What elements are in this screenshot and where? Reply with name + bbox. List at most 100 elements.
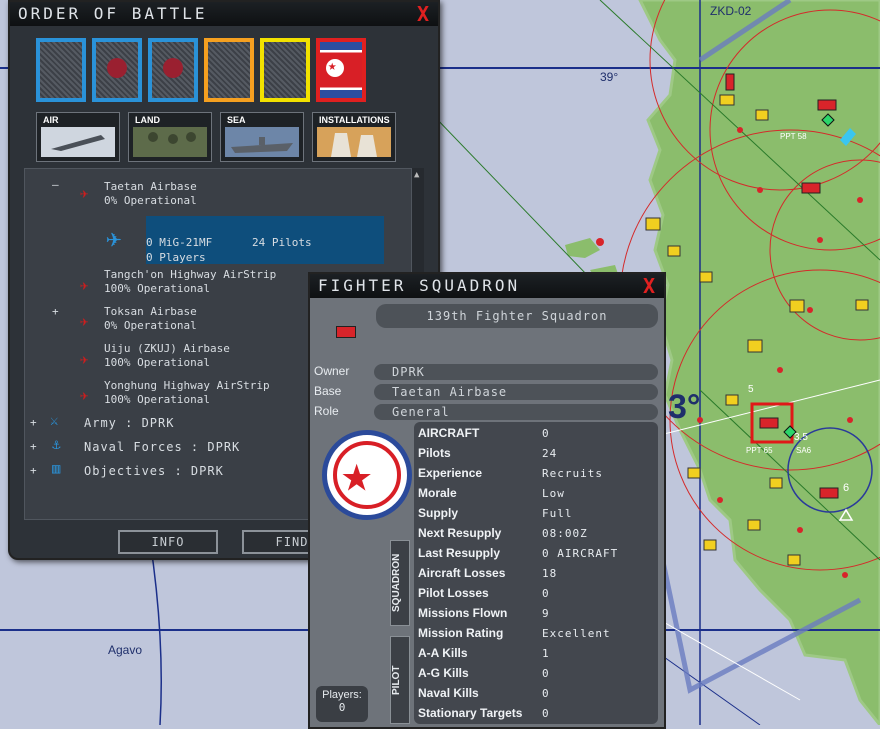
- tree-expander-objectives[interactable]: +: [30, 464, 37, 478]
- owner-value: DPRK: [374, 364, 658, 380]
- map-label-6: 6: [843, 482, 850, 494]
- tree-item-tangchon[interactable]: Tangch'on Highway AirStrip 100% Operatio…: [104, 268, 276, 296]
- players-label: Players:: [322, 689, 362, 701]
- stat-label-missions-flown: Missions Flown: [418, 606, 508, 620]
- category-tabs: AIR LAND SEA INSTALLATIONS: [36, 112, 396, 162]
- flag-faction-orange-button[interactable]: [204, 38, 254, 102]
- stat-label-aircraft: AIRCRAFT: [418, 426, 480, 440]
- map-label-sa6: SA6: [796, 446, 812, 455]
- squadron-marker-icon: [336, 326, 356, 338]
- stat-label-a-g-kills: A-G Kills: [418, 666, 469, 680]
- squadron-window-title: FIGHTER SQUADRON: [318, 276, 521, 295]
- stat-label-experience: Experience: [418, 466, 483, 480]
- stat-value-naval-kills: 0: [542, 687, 550, 700]
- role-value: General: [374, 404, 658, 420]
- fighter-squadron-window[interactable]: FIGHTER SQUADRON X 139th Fighter Squadro…: [308, 272, 666, 729]
- tree-item-yonghung[interactable]: Yonghung Highway AirStrip 100% Operation…: [104, 379, 270, 407]
- stat-value-aircraft: 0: [542, 427, 550, 440]
- stat-value-next-resupply: 08:00Z: [542, 527, 588, 540]
- flag-dprk-button[interactable]: [316, 38, 366, 102]
- category-installations-button[interactable]: INSTALLATIONS: [312, 112, 396, 162]
- stat-label-pilots: Pilots: [418, 446, 451, 460]
- tree-item-uiju[interactable]: Uiju (ZKUJ) Airbase 100% Operational: [104, 342, 230, 370]
- stat-value-morale: Low: [542, 487, 565, 500]
- tree-item-army[interactable]: Army : DPRK: [84, 416, 174, 430]
- jet-image: [41, 127, 115, 157]
- squadron-titlebar[interactable]: FIGHTER SQUADRON X: [310, 274, 664, 298]
- squadron-name: 139th Fighter Squadron: [376, 304, 658, 328]
- tree-item-taetan[interactable]: Taetan Airbase 0% Operational: [104, 180, 197, 208]
- info-button[interactable]: INFO: [118, 530, 218, 554]
- role-label: Role: [314, 404, 339, 418]
- oob-close-icon[interactable]: X: [417, 2, 432, 26]
- map-label-ppt65: PPT 65: [746, 446, 773, 455]
- fighter-jet-icon: ✈: [106, 224, 122, 254]
- category-air-button[interactable]: AIR: [36, 112, 120, 162]
- stat-value-missions-flown: 9: [542, 607, 550, 620]
- selected-aircraft-count: 0 MiG-21MF: [146, 236, 213, 249]
- soldiers-image: [133, 127, 207, 157]
- stat-value-a-g-kills: 0: [542, 667, 550, 680]
- flag-japan-alt-button[interactable]: [148, 38, 198, 102]
- stat-label-last-resupply: Last Resupply: [418, 546, 501, 560]
- tree-item-toksan[interactable]: Toksan Airbase 0% Operational: [104, 305, 197, 333]
- stat-label-a-a-kills: A-A Kills: [418, 646, 468, 660]
- anchor-icon: ⚓: [52, 437, 61, 453]
- map-label-lat39: 39°: [600, 70, 619, 84]
- tree-expander-toksan[interactable]: +: [52, 305, 59, 319]
- building-icon: ▥: [52, 461, 61, 477]
- stat-value-a-a-kills: 1: [542, 647, 550, 660]
- cooling-towers-image: [317, 127, 391, 157]
- tree-item-naval[interactable]: Naval Forces : DPRK: [84, 440, 240, 454]
- squadron-tab[interactable]: SQUADRON: [390, 540, 410, 626]
- flag-japan-button[interactable]: [92, 38, 142, 102]
- base-label: Base: [314, 384, 342, 398]
- flag-usa-button[interactable]: [36, 38, 86, 102]
- stat-label-mission-rating: Mission Rating: [418, 626, 504, 640]
- carrier-image: [225, 127, 299, 157]
- dprk-star-emblem: ★: [322, 430, 412, 520]
- tree-item-objectives[interactable]: Objectives : DPRK: [84, 464, 224, 478]
- stat-label-stationary-targets: Stationary Targets: [418, 706, 523, 720]
- map-label-zkd02: ZKD-02: [710, 4, 752, 18]
- stat-label-supply: Supply: [418, 506, 459, 520]
- airbase-icon: ✈: [80, 352, 89, 368]
- map-label-ppt58: PPT 58: [780, 132, 807, 141]
- stat-label-aircraft-losses: Aircraft Losses: [418, 566, 506, 580]
- map-label-agavo: Agavo: [108, 643, 143, 657]
- tree-expander-taetan[interactable]: –: [52, 178, 59, 192]
- airbase-icon: ✈: [80, 186, 89, 202]
- army-icon: ⚔: [50, 413, 59, 429]
- tree-expander-army[interactable]: +: [30, 416, 37, 430]
- category-sea-button[interactable]: SEA: [220, 112, 304, 162]
- stat-value-experience: Recruits: [542, 467, 603, 480]
- stat-value-pilots: 24: [542, 447, 558, 460]
- scroll-up-icon[interactable]: ▲: [414, 170, 419, 180]
- stat-value-aircraft-losses: 18: [542, 567, 558, 580]
- map-label-35: 3.5: [794, 432, 808, 443]
- pilot-tab[interactable]: PILOT: [390, 636, 410, 724]
- flag-faction-yellow-button[interactable]: [260, 38, 310, 102]
- stat-label-next-resupply: Next Resupply: [418, 526, 502, 540]
- stat-value-stationary-targets: 0: [542, 707, 550, 720]
- airbase-icon: ✈: [80, 278, 89, 294]
- tree-expander-naval[interactable]: +: [30, 440, 37, 454]
- stat-value-last-resupply: 0 AIRCRAFT: [542, 547, 619, 560]
- map-label-5: 5: [748, 384, 754, 395]
- owner-label: Owner: [314, 364, 350, 378]
- players-value: 0: [338, 701, 346, 714]
- oob-titlebar[interactable]: ORDER OF BATTLE X: [10, 2, 438, 26]
- airbase-icon: ✈: [80, 388, 89, 404]
- oob-title: ORDER OF BATTLE: [18, 4, 208, 23]
- stat-label-pilot-losses: Pilot Losses: [418, 586, 489, 600]
- stat-label-naval-kills: Naval Kills: [418, 686, 479, 700]
- base-value: Taetan Airbase: [374, 384, 658, 400]
- squadron-close-icon[interactable]: X: [643, 274, 658, 298]
- category-land-button[interactable]: LAND: [128, 112, 212, 162]
- airbase-icon: ✈: [80, 314, 89, 330]
- faction-flags: [36, 38, 366, 102]
- selected-pilots-count: 24 Pilots: [252, 236, 312, 249]
- map-label-lat30: 3°: [668, 388, 701, 426]
- stat-value-mission-rating: Excellent: [542, 627, 611, 640]
- selected-players-count: 0 Players: [146, 251, 206, 264]
